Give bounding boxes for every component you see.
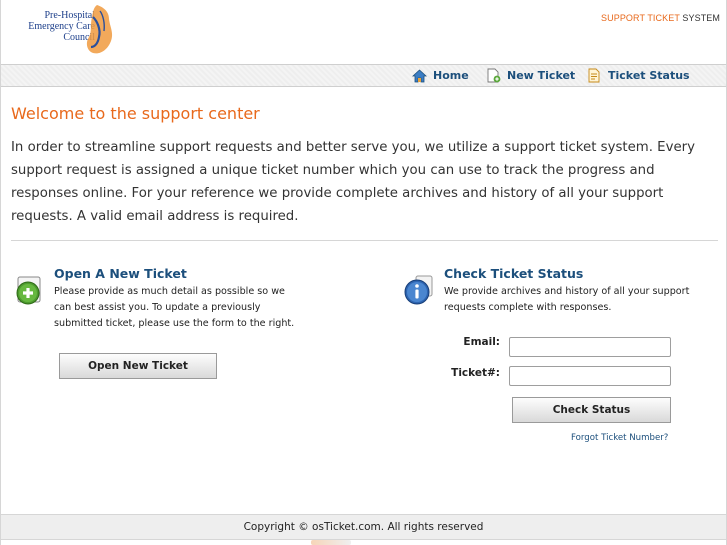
- open-new-ticket-button[interactable]: Open New Ticket: [59, 353, 217, 379]
- check-status-description: We provide archives and history of all y…: [444, 284, 689, 316]
- ticket-status-icon: [588, 68, 600, 83]
- system-title-rest: SYSTEM: [682, 13, 720, 23]
- system-title-accent: SUPPORT TICKET: [601, 13, 680, 23]
- welcome-title: Welcome to the support center: [11, 104, 260, 123]
- powered-by-logo[interactable]: [311, 540, 351, 545]
- nav-new-ticket-label: New Ticket: [507, 69, 576, 82]
- nav-home[interactable]: Home: [412, 65, 469, 86]
- check-status-button[interactable]: Check Status: [512, 397, 671, 423]
- new-ticket-icon: [487, 68, 501, 83]
- open-ticket-text-line-2: can best assist you. To update a previou…: [54, 302, 261, 313]
- info-icon: [404, 275, 433, 305]
- nav-ticket-status-label: Ticket Status: [608, 69, 690, 82]
- footer: Copyright © osTicket.com. All rights res…: [1, 514, 726, 540]
- nav-home-label: Home: [433, 69, 469, 82]
- divider: [11, 240, 718, 241]
- check-status-title: Check Ticket Status: [444, 266, 584, 281]
- header: Pre-Hospital Emergency Care Council SUPP…: [1, 0, 726, 64]
- email-label: Email:: [463, 336, 500, 348]
- page-container: Pre-Hospital Emergency Care Council SUPP…: [0, 0, 727, 545]
- logo-map-icon: [86, 5, 113, 54]
- forgot-ticket-number-link[interactable]: Forgot Ticket Number?: [571, 433, 668, 443]
- copyright-text: Copyright © osTicket.com. All rights res…: [243, 521, 484, 533]
- new-ticket-plus-icon: [16, 276, 41, 305]
- main-nav: Home New Ticket Ticket Status: [1, 64, 726, 87]
- site-logo[interactable]: Pre-Hospital Emergency Care Council: [7, 2, 119, 60]
- check-status-text-line-1: We provide archives and history of all y…: [444, 286, 690, 297]
- check-status-text-line-2: requests complete with responses.: [444, 302, 612, 313]
- welcome-text: In order to streamline support requests …: [11, 140, 695, 224]
- email-input[interactable]: [509, 337, 671, 357]
- home-icon: [412, 68, 427, 82]
- nav-new-ticket[interactable]: New Ticket: [486, 65, 575, 86]
- open-ticket-text-line-1: Please provide as much detail as possibl…: [54, 286, 285, 297]
- nav-ticket-status[interactable]: Ticket Status: [587, 65, 690, 86]
- open-ticket-description: Please provide as much detail as possibl…: [54, 284, 294, 332]
- open-ticket-title: Open A New Ticket: [54, 266, 187, 281]
- open-ticket-text-line-3: submitted ticket, please use the form to…: [54, 318, 295, 329]
- system-title: SUPPORT TICKET SYSTEM: [601, 13, 720, 23]
- ticket-number-input[interactable]: [509, 366, 671, 386]
- ticket-number-label: Ticket#:: [451, 367, 500, 379]
